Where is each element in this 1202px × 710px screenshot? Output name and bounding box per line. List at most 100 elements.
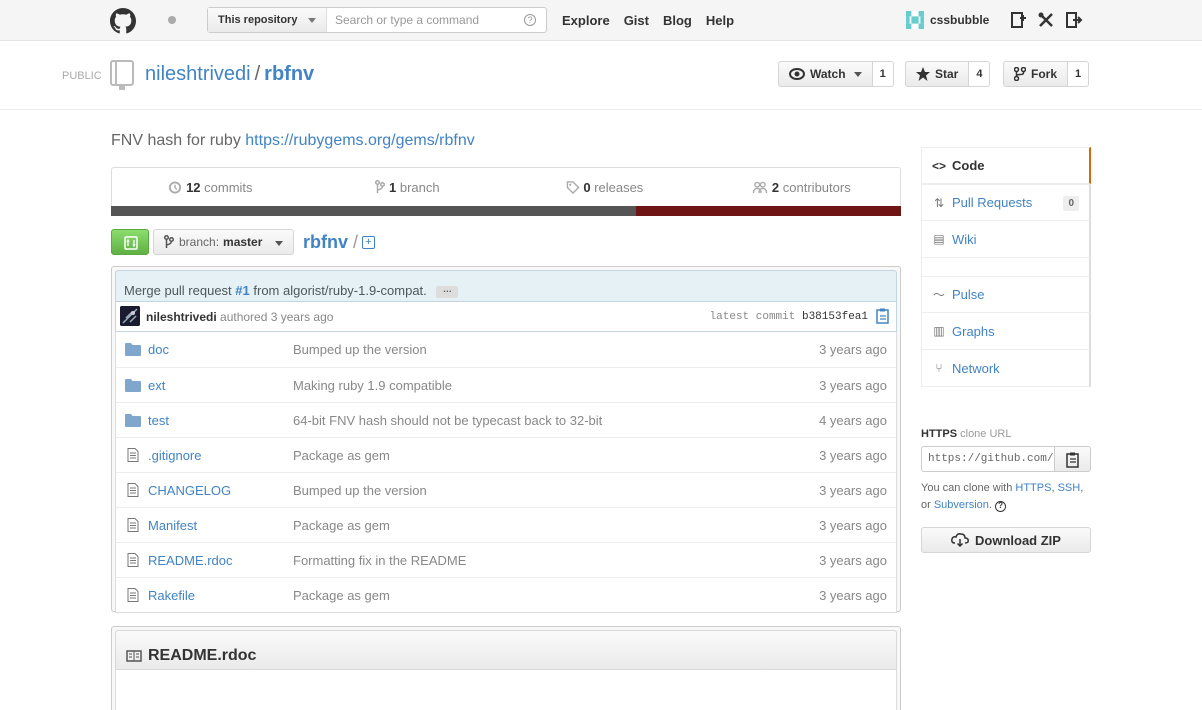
notification-dot-icon[interactable] bbox=[168, 16, 176, 24]
repo-name: rbfnv bbox=[264, 63, 315, 85]
file-name-link[interactable]: doc bbox=[148, 342, 169, 357]
nav-explore[interactable]: Explore bbox=[562, 13, 610, 28]
clone-protocol[interactable]: HTTPS bbox=[921, 428, 957, 440]
settings-tools-icon[interactable] bbox=[1037, 11, 1055, 29]
sidebar-item-graphs[interactable]: ▥ Graphs bbox=[921, 313, 1091, 350]
expand-commit-button[interactable]: … bbox=[436, 284, 459, 298]
github-logo-icon[interactable] bbox=[110, 8, 136, 34]
author-avatar[interactable] bbox=[120, 306, 140, 326]
sidebar-wiki-label: Wiki bbox=[952, 231, 977, 247]
homepage-link[interactable]: https://rubygems.org/gems/rbfnv bbox=[245, 132, 474, 149]
help-question-icon[interactable]: ? bbox=[995, 501, 1007, 512]
chevron-down-icon bbox=[275, 241, 283, 246]
stat-commits[interactable]: 12 commits bbox=[112, 168, 309, 206]
stat-branches[interactable]: 1 branch bbox=[309, 168, 506, 206]
sidebar-item-code[interactable]: <> Code bbox=[921, 147, 1091, 184]
file-name-link[interactable]: CHANGELOG bbox=[148, 483, 231, 498]
book-icon bbox=[126, 650, 142, 662]
nav-blog[interactable]: Blog bbox=[663, 13, 692, 28]
compare-button[interactable] bbox=[111, 229, 149, 255]
clone-help-text: You can clone with HTTPS, SSH, or Subver… bbox=[921, 482, 1084, 512]
commit-author-line: nileshtrivedi authored 3 years ago bbox=[146, 310, 333, 324]
file-commit-message[interactable]: Making ruby 1.9 compatible bbox=[293, 378, 452, 393]
sidebar-item-wiki[interactable]: ▤ Wiki bbox=[921, 221, 1091, 258]
header-actions bbox=[1009, 11, 1083, 29]
folder-icon bbox=[125, 378, 141, 392]
nav-gist[interactable]: Gist bbox=[624, 13, 649, 28]
file-row[interactable]: doc Bumped up the version 3 years ago bbox=[116, 332, 896, 367]
network-icon: ⑂ bbox=[935, 361, 943, 375]
file-row[interactable]: CHANGELOG Bumped up the version 3 years ag… bbox=[116, 472, 896, 507]
folder-icon bbox=[125, 413, 141, 427]
commit-msg-suffix: from algorist/ruby-1.9-compat. bbox=[253, 283, 427, 298]
star-button[interactable]: Star bbox=[905, 61, 970, 87]
branch-select[interactable]: branch: master bbox=[153, 229, 294, 255]
file-commit-message[interactable]: Bumped up the version bbox=[293, 342, 427, 357]
repo-owner-link[interactable]: nileshtrivedi bbox=[145, 63, 251, 85]
nav-help[interactable]: Help bbox=[706, 13, 734, 28]
breadcrumb: rbfnv / bbox=[303, 232, 358, 253]
star-count[interactable]: 4 bbox=[969, 61, 991, 87]
sign-out-icon[interactable] bbox=[1065, 11, 1083, 29]
download-zip-button[interactable]: Download ZIP bbox=[921, 527, 1091, 553]
file-age: 3 years ago bbox=[819, 483, 887, 498]
readme-header: README.rdoc bbox=[115, 630, 897, 670]
sidebar-item-network[interactable]: ⑂ Network bbox=[921, 350, 1091, 387]
user-menu[interactable]: cssbubble bbox=[906, 11, 989, 29]
search-scope-dropdown[interactable]: This repository bbox=[208, 8, 327, 32]
clone-url-field[interactable]: https://github.com/nileshtrivedi/rbfnv.g… bbox=[921, 446, 1055, 472]
stat-releases[interactable]: 0 releases bbox=[506, 168, 703, 206]
file-commit-message[interactable]: 64-bit FNV hash should not be typecast b… bbox=[293, 413, 602, 428]
stat-contributors[interactable]: 2 contributors bbox=[703, 168, 900, 206]
people-icon bbox=[753, 181, 768, 194]
file-name-link[interactable]: Manifest bbox=[148, 518, 197, 533]
file-commit-message[interactable]: Bumped up the version bbox=[293, 483, 427, 498]
new-repo-icon[interactable] bbox=[1009, 11, 1027, 29]
readme-title: README.rdoc bbox=[148, 647, 257, 664]
breadcrumb-separator: / bbox=[353, 232, 359, 252]
file-name-link[interactable]: .gitignore bbox=[148, 448, 201, 463]
clone-https-link[interactable]: HTTPS bbox=[1015, 482, 1051, 494]
file-row[interactable]: README.rdoc Formatting fix in the README 3… bbox=[116, 542, 896, 577]
commit-sha[interactable]: b38153fea1 bbox=[802, 311, 868, 323]
watch-count[interactable]: 1 bbox=[872, 61, 894, 87]
file-row[interactable]: .gitignore Package as gem 3 years ago bbox=[116, 437, 896, 472]
watch-label: Watch bbox=[810, 67, 846, 81]
file-row[interactable]: Manifest Package as gem 3 years ago bbox=[116, 507, 896, 542]
help-question-icon[interactable]: ? bbox=[524, 14, 536, 26]
fork-count[interactable]: 1 bbox=[1068, 61, 1090, 87]
language-bar[interactable] bbox=[111, 206, 901, 216]
file-commit-message[interactable]: Formatting fix in the README bbox=[293, 553, 466, 568]
file-commit-message[interactable]: Package as gem bbox=[293, 518, 390, 533]
file-name-link[interactable]: ext bbox=[148, 378, 165, 393]
language-segment[interactable] bbox=[636, 206, 901, 216]
file-age: 3 years ago bbox=[819, 448, 887, 463]
sidebar-item-pulse[interactable]: 〜 Pulse bbox=[921, 276, 1091, 313]
breadcrumb-root[interactable]: rbfnv bbox=[303, 232, 348, 252]
file-name-link[interactable]: test bbox=[148, 413, 169, 428]
watch-button[interactable]: Watch bbox=[778, 61, 873, 87]
clone-ssh-link[interactable]: SSH bbox=[1058, 482, 1081, 494]
fork-button[interactable]: Fork bbox=[1003, 61, 1069, 87]
language-segment[interactable] bbox=[111, 206, 637, 216]
file-name-link[interactable]: README.rdoc bbox=[148, 553, 233, 568]
file-row[interactable]: Rakefile Package as gem 3 years ago bbox=[116, 577, 896, 612]
search-input[interactable] bbox=[327, 8, 546, 32]
file-row[interactable]: test 64-bit FNV hash should not be typeca… bbox=[116, 402, 896, 437]
pull-request-icon: ⇅ bbox=[933, 195, 945, 210]
clipboard-icon[interactable] bbox=[876, 308, 890, 324]
clone-subversion-link[interactable]: Subversion bbox=[934, 499, 989, 511]
compare-icon bbox=[124, 236, 138, 250]
file-name-link[interactable]: Rakefile bbox=[148, 588, 195, 603]
star-group: Star 4 bbox=[905, 61, 991, 87]
file-row[interactable]: ext Making ruby 1.9 compatible 3 years ago bbox=[116, 367, 896, 402]
file-commit-message[interactable]: Package as gem bbox=[293, 448, 390, 463]
pull-request-link[interactable]: #1 bbox=[235, 283, 249, 298]
repo-name-link[interactable]: rbfnv bbox=[264, 63, 314, 85]
commit-author[interactable]: nileshtrivedi bbox=[146, 310, 217, 324]
file-commit-message[interactable]: Package as gem bbox=[293, 588, 390, 603]
add-file-icon[interactable]: + bbox=[362, 236, 375, 249]
sidebar-item-pull-requests[interactable]: ⇅ Pull Requests 0 bbox=[921, 184, 1091, 221]
copy-clone-url-button[interactable] bbox=[1055, 446, 1091, 472]
top-nav: Explore Gist Blog Help bbox=[562, 13, 748, 28]
